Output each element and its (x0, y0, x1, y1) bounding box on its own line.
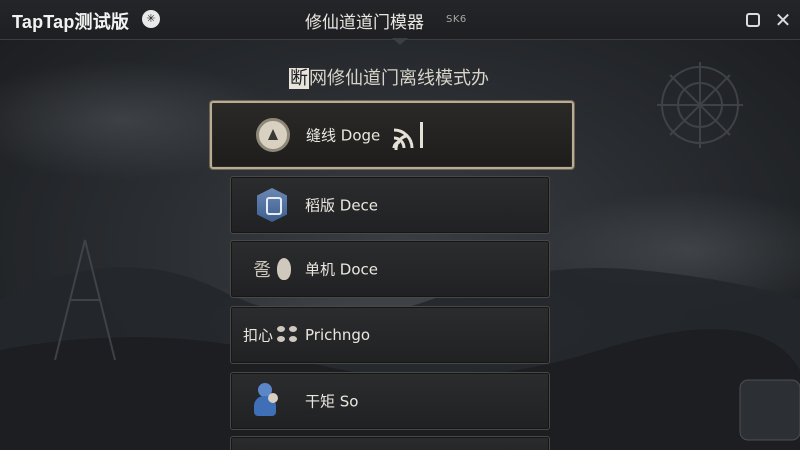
heading-highlight: 断 (289, 68, 309, 89)
window-subtitle: SK6 (446, 14, 467, 25)
window-title: 修仙道道门模器 (305, 13, 424, 33)
title-bar: TapTap测试版 ✳ 修仙道道门模器 SK6 ✕ (0, 0, 800, 40)
shield-icon (257, 188, 287, 222)
heading-text: 网修仙道门离线模式办 (309, 68, 489, 89)
app-brand: TapTap测试版 (12, 12, 130, 32)
menu-item-label: 缝线 Doge (306, 126, 381, 145)
badge-icon[interactable]: ✳ (142, 10, 160, 28)
menu-item-label: Prichngo (305, 326, 371, 344)
emblem-icon (256, 118, 290, 152)
menu-item-prichngo[interactable]: 扣心 Prichngo (230, 306, 550, 364)
dots-icon (277, 326, 299, 344)
restore-button[interactable] (743, 10, 763, 30)
menu-item-single[interactable]: 卺 单机 Doce (230, 240, 550, 298)
figure-icon (251, 383, 281, 419)
menu-item-label-prefix: 扣心 (243, 326, 274, 345)
menu-item-more[interactable] (230, 436, 550, 450)
menu-item-version[interactable]: 稻版 Dece (230, 176, 550, 234)
menu-item-label: 单机 Doce (305, 260, 378, 279)
menu-item-so[interactable]: 干矩 So (230, 372, 550, 430)
page-heading: 断网修仙道门离线模式办 (289, 64, 489, 90)
restore-icon (746, 13, 760, 27)
drop-icon (277, 258, 291, 280)
game-window: TapTap测试版 ✳ 修仙道道门模器 SK6 ✕ 断网修仙道门离线模式办 缝线… (0, 0, 800, 450)
close-icon: ✕ (774, 8, 792, 32)
close-button[interactable]: ✕ (773, 10, 793, 30)
dropdown-notch-icon (392, 38, 408, 45)
menu-item-label: 稻版 Dece (305, 196, 379, 215)
menu-item-label: 干矩 So (305, 392, 359, 411)
menu-item-online[interactable]: 缝线 Doge (210, 101, 574, 169)
seal-glyph-icon: 卺 (253, 260, 271, 281)
signal-icon (392, 122, 423, 150)
